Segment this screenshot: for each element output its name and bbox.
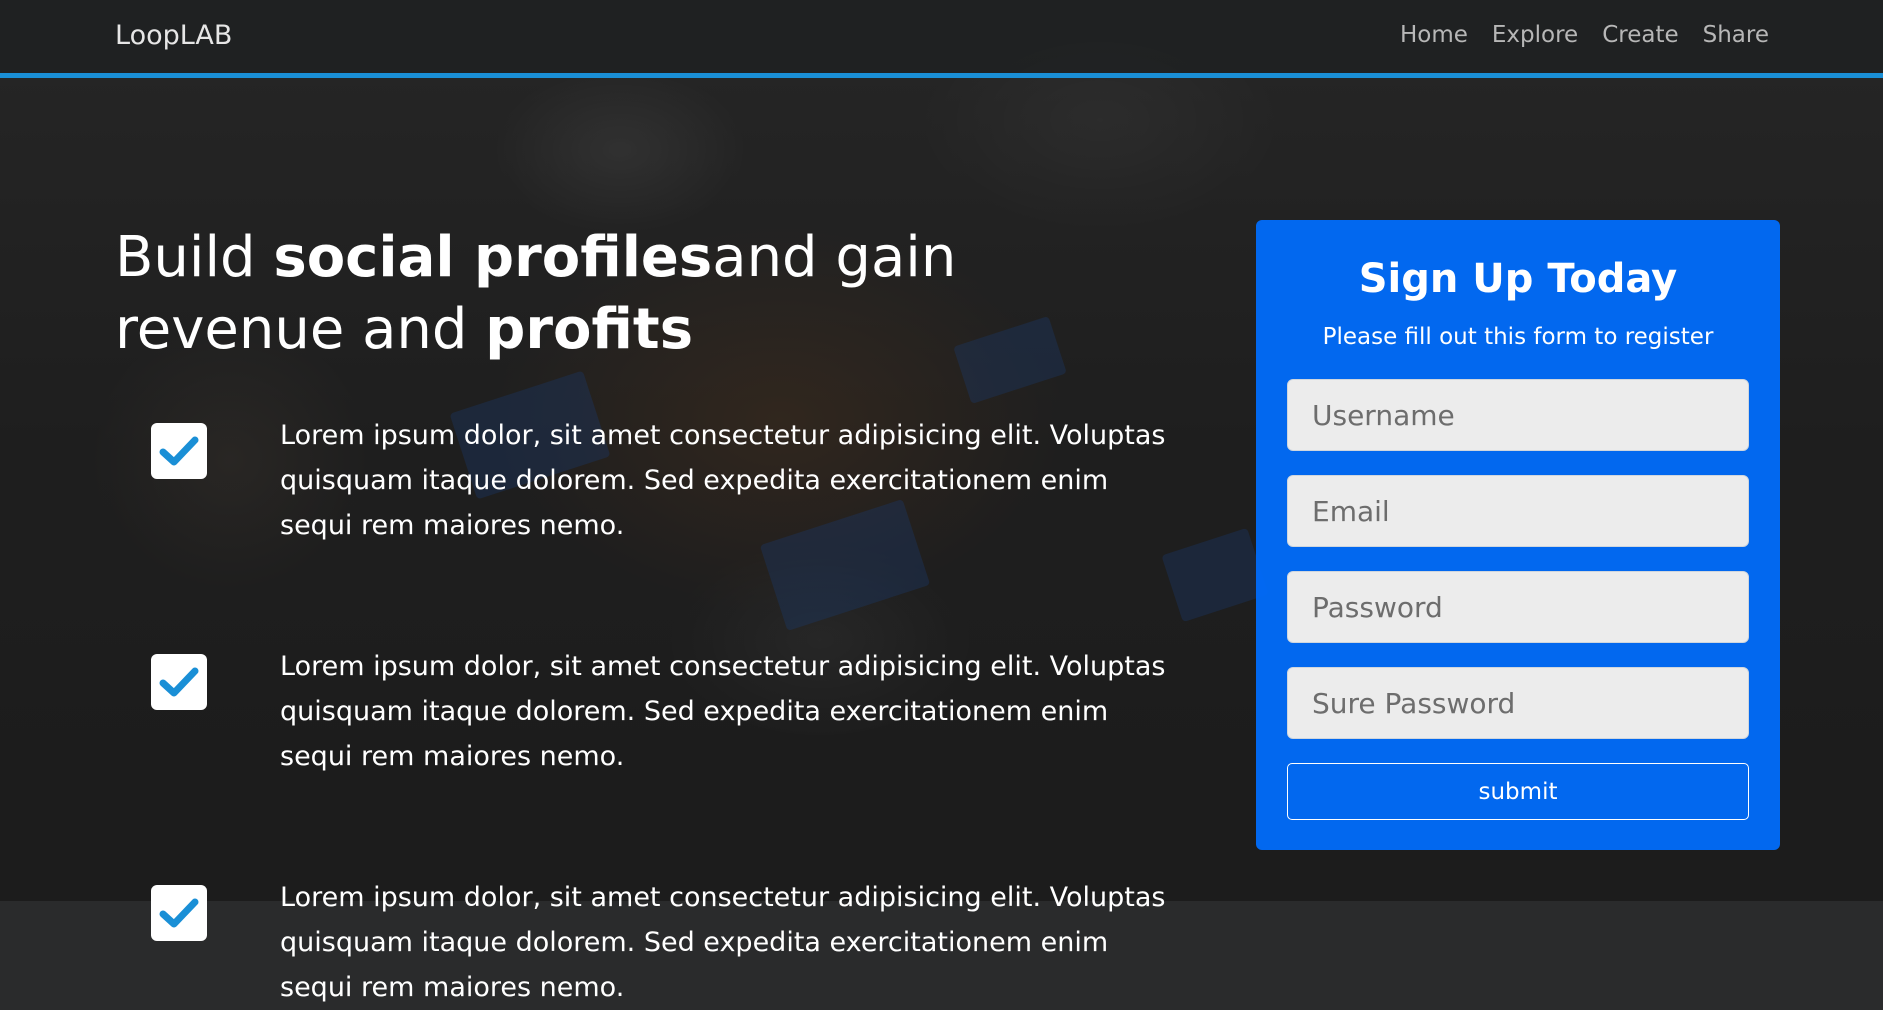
hero-title-emphasis: social profiles <box>273 225 713 290</box>
hero-title: Build social profilesand gain revenue an… <box>115 222 1175 366</box>
hero-title-part: Build <box>115 225 274 290</box>
nav-links: Home Explore Create Share <box>1400 22 1769 48</box>
signup-subtitle: Please fill out this form to register <box>1322 324 1714 350</box>
nav-link-create[interactable]: Create <box>1602 22 1678 48</box>
nav-link-home[interactable]: Home <box>1400 22 1468 48</box>
check-icon <box>151 423 207 479</box>
check-icon <box>151 885 207 941</box>
check-icon <box>151 654 207 710</box>
feature-text: Lorem ipsum dolor, sit amet consectetur … <box>280 420 1166 541</box>
feature-text: Lorem ipsum dolor, sit amet consectetur … <box>280 651 1166 772</box>
nav-link-share[interactable]: Share <box>1703 22 1769 48</box>
username-input[interactable] <box>1287 379 1749 451</box>
email-input[interactable] <box>1287 475 1749 547</box>
brand-logo[interactable]: LoopLAB <box>115 20 232 51</box>
submit-button[interactable]: submit <box>1287 763 1749 820</box>
confirm-password-input[interactable] <box>1287 667 1749 739</box>
nav-link-explore[interactable]: Explore <box>1492 22 1578 48</box>
navbar: LoopLAB Home Explore Create Share <box>0 0 1883 78</box>
hero-title-emphasis: profits <box>485 297 694 362</box>
password-input[interactable] <box>1287 571 1749 643</box>
feature-text: Lorem ipsum dolor, sit amet consectetur … <box>280 882 1166 1003</box>
signup-title: Sign Up Today <box>1358 256 1678 302</box>
signup-card: Sign Up Today Please fill out this form … <box>1256 220 1780 850</box>
